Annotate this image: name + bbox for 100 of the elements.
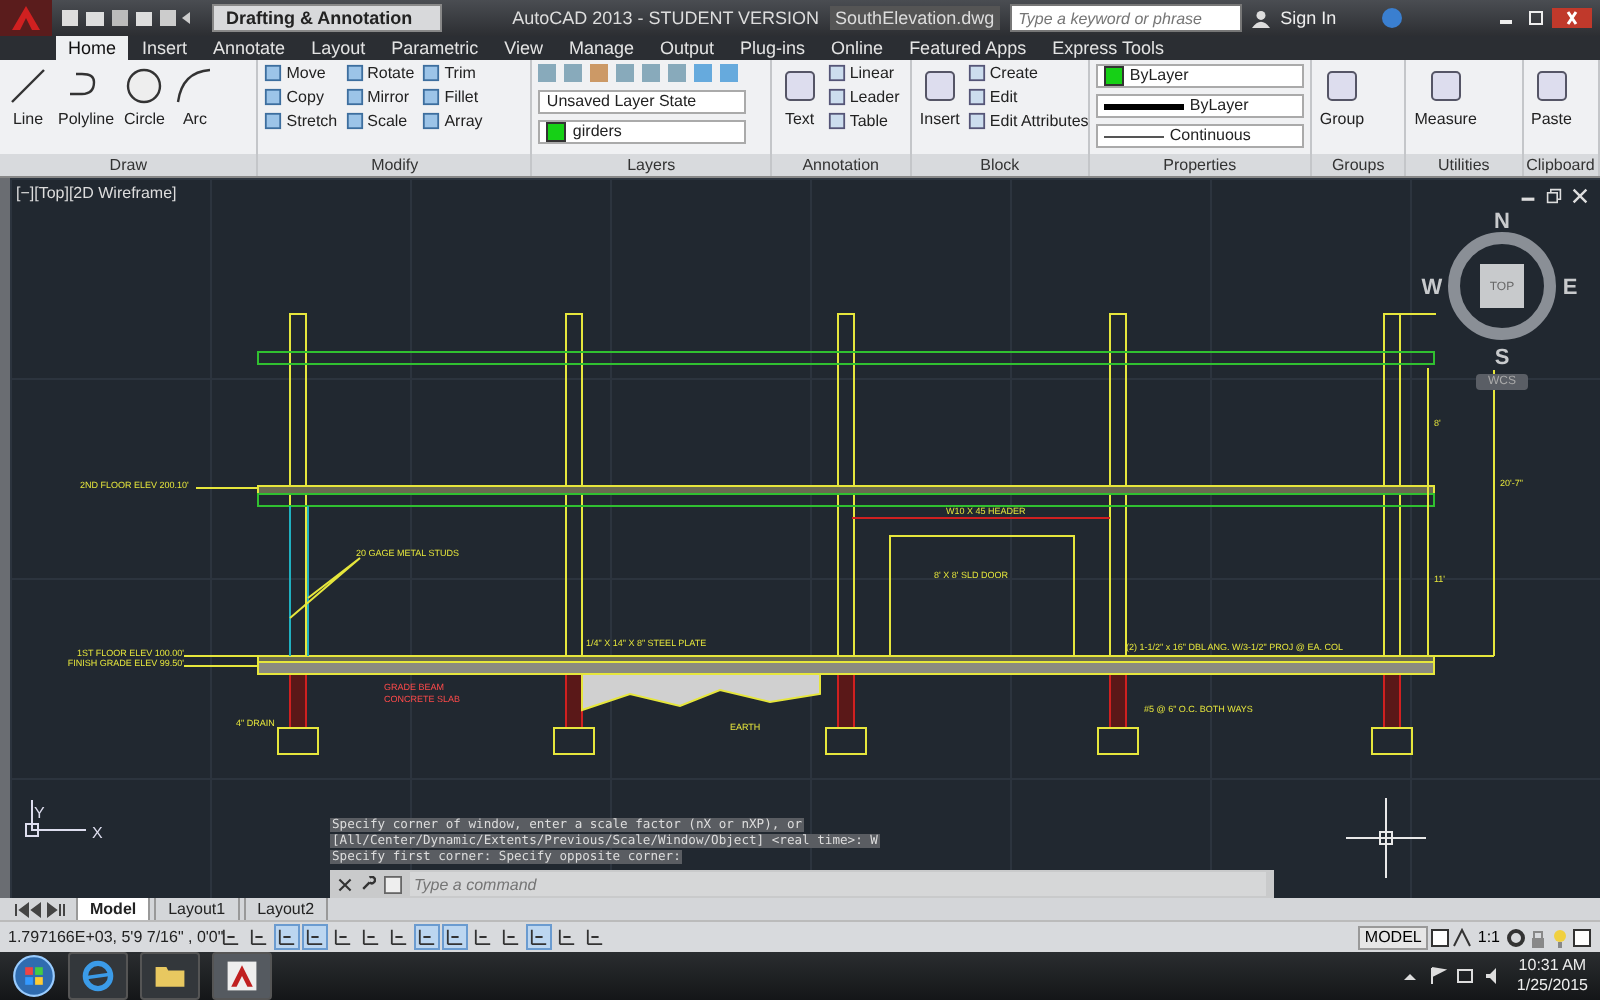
view-compass-drawing[interactable]	[1448, 232, 1556, 340]
layer-dropdown[interactable]: girders	[538, 120, 747, 144]
ribbon-tab[interactable]: View	[492, 36, 555, 60]
modify-tool-button[interactable]: Copy	[264, 88, 338, 106]
ribbon-tab[interactable]: Plug-ins	[728, 36, 818, 60]
ribbon-tab[interactable]: Online	[819, 36, 896, 60]
command-input[interactable]: Type a command	[410, 872, 1266, 896]
annotation-scale-icon	[1451, 927, 1472, 947]
modify-tool-button[interactable]: Trim	[422, 64, 483, 82]
drafting-toggle-button[interactable]	[358, 924, 384, 950]
taskbar-button[interactable]	[140, 952, 200, 1000]
close-icon[interactable]	[1552, 8, 1592, 28]
drafting-toggle-button[interactable]	[274, 924, 300, 950]
tool-button[interactable]: Linear	[827, 64, 900, 82]
drafting-toggle-button[interactable]	[386, 924, 412, 950]
ucs-axes-icon	[25, 799, 87, 837]
tool-button[interactable]: Edit Attributes	[967, 112, 1089, 130]
gear-icon[interactable]	[1506, 927, 1526, 947]
drafting-toggle-button[interactable]	[246, 924, 272, 950]
panel-title[interactable]: Modify	[258, 154, 531, 176]
draw-tool-button[interactable]: Arc	[172, 64, 217, 130]
tool-button[interactable]: Edit	[967, 88, 1089, 106]
panel-title[interactable]: Groups	[1311, 154, 1405, 176]
draw-tool-button[interactable]: Circle	[122, 64, 167, 130]
linetype-dropdown[interactable]: Continuous	[1095, 124, 1304, 148]
cad-app-icon	[224, 958, 260, 994]
ribbon-tab[interactable]: Output	[648, 36, 727, 60]
panel-title[interactable]: Properties	[1089, 154, 1310, 176]
modify-tool-button[interactable]: Rotate	[345, 64, 415, 82]
circle-icon	[124, 66, 165, 106]
ribbon-tab[interactable]: Express Tools	[1040, 36, 1176, 60]
ribbon-tab[interactable]: Annotate	[201, 36, 298, 60]
clock-date[interactable]: 1/25/2015	[1516, 976, 1588, 996]
search-field[interactable]: Type a keyword or phrase	[1010, 4, 1243, 32]
user-icon	[1252, 9, 1271, 27]
panel-title[interactable]: Utilities	[1406, 154, 1521, 176]
file-name: SouthElevation.dwg	[829, 6, 1001, 30]
axis-label: X	[92, 824, 103, 842]
start-button-icon[interactable]	[12, 954, 56, 998]
drafting-toggle-button[interactable]	[442, 924, 468, 950]
axis-label: Y	[34, 804, 45, 822]
model-tab[interactable]: Model	[76, 897, 151, 921]
modify-tool-button[interactable]: Stretch	[264, 112, 338, 130]
viewport-icon[interactable]	[1429, 927, 1450, 947]
lineweight-dropdown[interactable]: ByLayer	[1095, 94, 1304, 118]
ribbon-tab[interactable]: Manage	[556, 36, 646, 60]
modify-tool-button[interactable]: Mirror	[345, 88, 415, 106]
ribbon-tab[interactable]: Featured Apps	[897, 36, 1039, 60]
viewport-controls-label[interactable]: [−][Top][2D Wireframe]	[16, 184, 177, 202]
clock-time[interactable]: 10:31 AM	[1518, 956, 1587, 976]
tool-icon	[779, 66, 820, 106]
ribbon-tab[interactable]: Insert	[130, 36, 200, 60]
line-icon	[8, 66, 48, 106]
annotation-scale-dropdown[interactable]: 1:1	[1473, 925, 1504, 949]
compass-label: W	[1421, 276, 1443, 300]
restore-icon[interactable]	[1546, 188, 1562, 204]
sign-in-link[interactable]: Sign In	[1280, 8, 1337, 28]
ribbon-tab[interactable]: Layout	[299, 36, 378, 60]
tool-button[interactable]: Create	[967, 64, 1089, 82]
large-tool-button[interactable]: Insert	[917, 64, 962, 130]
arc-icon	[174, 66, 215, 106]
layer-state-dropdown[interactable]: Unsaved Layer State	[538, 90, 747, 114]
drafting-toggle-button[interactable]	[470, 924, 496, 950]
drafting-toggle-button[interactable]	[330, 924, 356, 950]
workspace-dropdown[interactable]: Drafting & Annotation	[212, 4, 443, 32]
panel-title[interactable]: Block	[911, 154, 1088, 176]
panel-title[interactable]: Draw	[0, 154, 257, 176]
ribbon-tab[interactable]: Home	[56, 36, 129, 60]
close-icon[interactable]	[338, 877, 352, 891]
modify-tool-button[interactable]: Scale	[345, 112, 415, 130]
tool-button[interactable]: Table	[827, 112, 900, 130]
modify-tool-button[interactable]: Move	[264, 64, 338, 82]
ribbon-tab[interactable]: Parametric	[379, 36, 491, 60]
drafting-toggle-button[interactable]	[302, 924, 328, 950]
draw-tool-button[interactable]: Line	[6, 64, 50, 130]
drafting-toggle-button[interactable]	[414, 924, 440, 950]
tool-button[interactable]: Leader	[827, 88, 900, 106]
taskbar-button[interactable]	[212, 952, 272, 1000]
large-tool-button[interactable]: Paste	[1529, 64, 1574, 130]
drawing-viewport[interactable]	[0, 178, 1600, 898]
compass-label: S	[1494, 346, 1510, 370]
large-tool-button[interactable]: Measure	[1412, 64, 1479, 130]
color-dropdown[interactable]: ByLayer	[1095, 64, 1304, 88]
tool-icon	[1322, 66, 1362, 106]
large-tool-button[interactable]: Text	[777, 64, 822, 130]
model-space-button[interactable]: MODEL	[1358, 925, 1428, 949]
wrench-icon[interactable]	[360, 876, 376, 892]
panel-title[interactable]: Annotation	[771, 154, 910, 176]
taskbar-button[interactable]	[68, 952, 128, 1000]
modify-tool-button[interactable]: Array	[422, 112, 483, 130]
large-tool-button[interactable]: Group	[1317, 64, 1367, 130]
panel-title[interactable]: Layers	[532, 154, 770, 176]
drafting-toggle-button[interactable]	[554, 924, 580, 950]
draw-tool-button[interactable]: Polyline	[56, 64, 117, 130]
tool-icon	[1425, 66, 1466, 106]
drafting-toggle-button[interactable]	[498, 924, 524, 950]
modify-tool-button[interactable]: Fillet	[422, 88, 483, 106]
drafting-toggle-button[interactable]	[582, 924, 608, 950]
drafting-toggle-button[interactable]	[526, 924, 552, 950]
panel-title[interactable]: Clipboard	[1523, 154, 1598, 176]
